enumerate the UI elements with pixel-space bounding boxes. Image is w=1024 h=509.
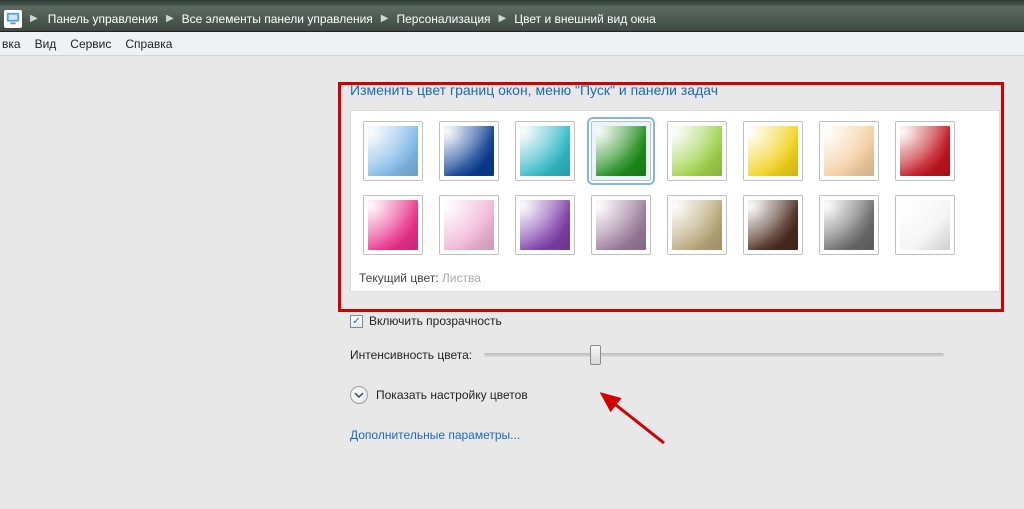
address-bar: ▶ Панель управления ▶ Все элементы панел… — [0, 6, 1024, 32]
color-swatch-pink[interactable] — [363, 195, 423, 255]
transparency-label: Включить прозрачность — [369, 314, 502, 328]
breadcrumb-item-current[interactable]: Цвет и внешний вид окна — [512, 10, 658, 28]
chevron-right-icon: ▶ — [26, 13, 42, 24]
expand-color-tuning-label: Показать настройку цветов — [376, 388, 528, 402]
color-swatch-panel: Текущий цвет: Листва — [350, 110, 1000, 292]
intensity-label: Интенсивность цвета: — [350, 348, 472, 362]
menu-item-service[interactable]: Сервис — [70, 37, 111, 51]
chevron-right-icon: ▶ — [495, 13, 511, 24]
color-swatch-green[interactable] — [591, 121, 651, 181]
expand-color-tuning-button[interactable] — [350, 386, 368, 404]
menu-item-edit[interactable]: вка — [2, 37, 21, 51]
color-swatch-red[interactable] — [895, 121, 955, 181]
menu-bar: вка Вид Сервис Справка — [0, 32, 1024, 56]
chevron-right-icon: ▶ — [377, 13, 393, 24]
page-heading: Изменить цвет границ окон, меню "Пуск" и… — [350, 82, 1000, 98]
color-swatch-white[interactable] — [895, 195, 955, 255]
color-swatch-lightpink[interactable] — [439, 195, 499, 255]
color-swatch-grey[interactable] — [819, 195, 879, 255]
menu-item-view[interactable]: Вид — [35, 37, 57, 51]
color-swatch-sky[interactable] — [363, 121, 423, 181]
advanced-settings-link[interactable]: Дополнительные параметры... — [350, 428, 1000, 442]
chevron-right-icon: ▶ — [162, 13, 178, 24]
color-swatch-yellow[interactable] — [743, 121, 803, 181]
breadcrumb-item[interactable]: Все элементы панели управления — [180, 10, 375, 28]
transparency-checkbox[interactable]: ✓ — [350, 315, 363, 328]
color-swatch-violet[interactable] — [515, 195, 575, 255]
breadcrumb-item[interactable]: Панель управления — [46, 10, 160, 28]
color-swatch-mauve[interactable] — [591, 195, 651, 255]
chevron-down-icon — [354, 390, 364, 400]
color-swatch-tan[interactable] — [667, 195, 727, 255]
breadcrumb-item[interactable]: Персонализация — [394, 10, 492, 28]
current-color-label: Текущий цвет: Листва — [359, 269, 991, 285]
color-swatch-lime[interactable] — [667, 121, 727, 181]
menu-item-help[interactable]: Справка — [125, 37, 172, 51]
slider-thumb[interactable] — [590, 345, 601, 365]
intensity-slider[interactable] — [484, 353, 944, 357]
color-swatch-brown[interactable] — [743, 195, 803, 255]
current-color-value: Листва — [442, 271, 481, 285]
color-swatch-teal[interactable] — [515, 121, 575, 181]
color-swatch-navy[interactable] — [439, 121, 499, 181]
control-panel-icon — [4, 10, 22, 28]
color-swatch-peach[interactable] — [819, 121, 879, 181]
breadcrumb: Панель управления ▶ Все элементы панели … — [46, 10, 658, 28]
